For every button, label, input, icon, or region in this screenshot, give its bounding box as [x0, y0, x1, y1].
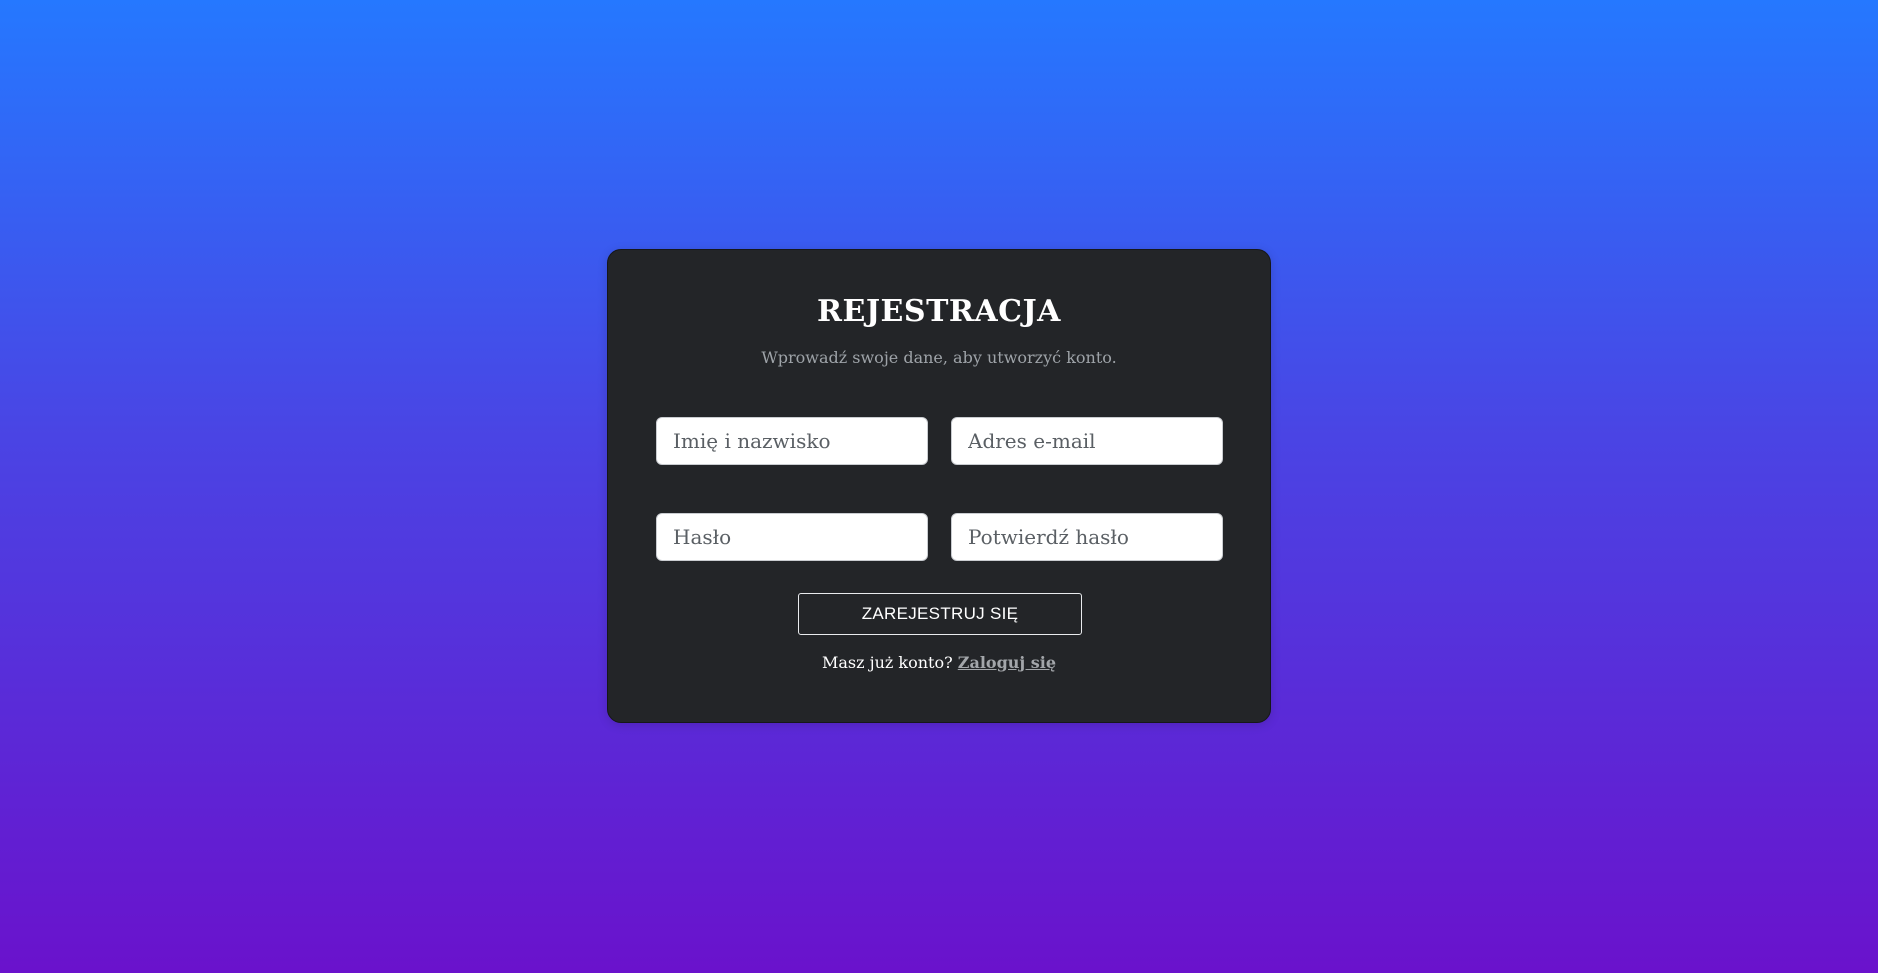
confirm-password-input[interactable] [951, 513, 1223, 561]
password-input[interactable] [656, 513, 928, 561]
login-link[interactable]: Zaloguj się [958, 653, 1056, 672]
login-prompt-line: Masz już konto? Zaloguj się [608, 653, 1270, 672]
email-input[interactable] [951, 417, 1223, 465]
page-subtitle: Wprowadź swoje dane, aby utworzyć konto. [761, 348, 1117, 367]
registration-card: REJESTRACJA Wprowadź swoje dane, aby utw… [607, 249, 1271, 723]
full-name-input[interactable] [656, 417, 928, 465]
login-prompt-text: Masz już konto? [821, 653, 953, 672]
register-button[interactable]: ZAREJESTRUJ SIĘ [798, 593, 1082, 635]
page-title: REJESTRACJA [817, 294, 1061, 329]
